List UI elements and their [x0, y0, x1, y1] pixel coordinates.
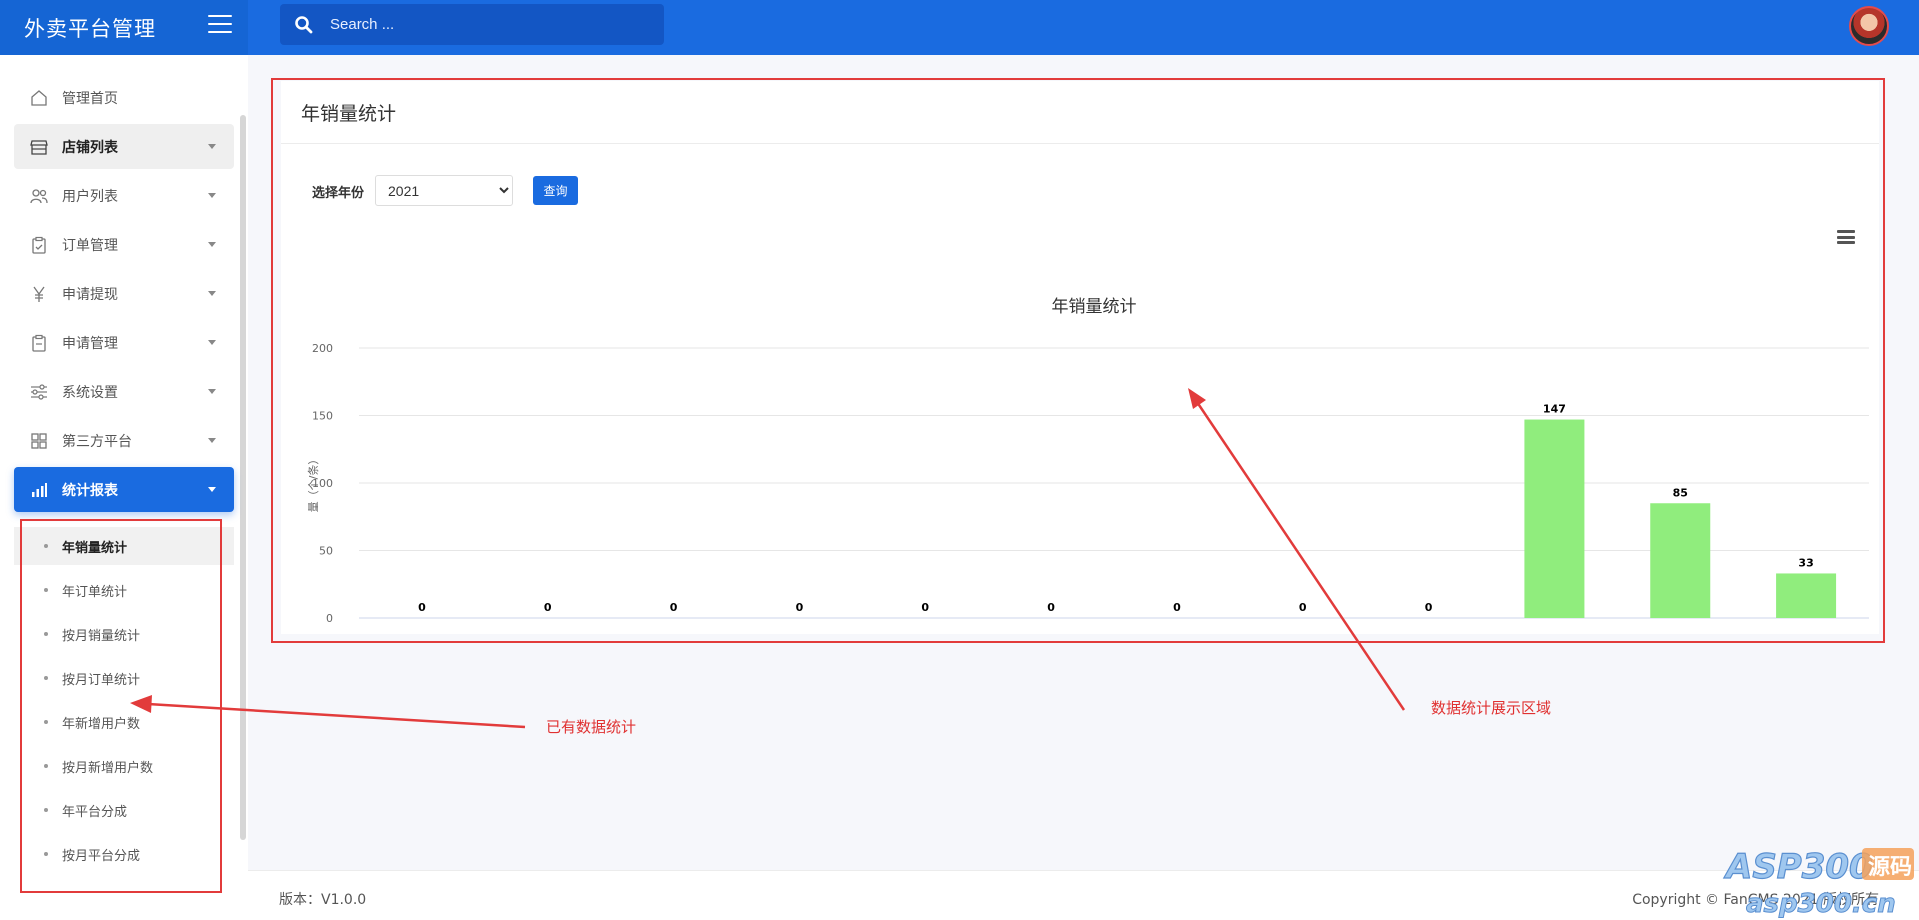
watermark-badge: 源码 — [1868, 855, 1912, 880]
footer: 版本：V1.0.0 Copyright © FanCMS 2021 版权所有 — [248, 870, 1919, 920]
watermark-text: ASP300 — [1723, 847, 1873, 887]
annotation-text-left: 已有数据统计 — [546, 718, 637, 736]
annotation-arrows — [130, 388, 1406, 729]
annotation-arrow-left — [147, 702, 526, 729]
arrow-head-icon — [1188, 388, 1206, 409]
arrow-head-icon — [130, 695, 152, 713]
version-text: 版本：V1.0.0 — [279, 892, 367, 908]
annotation-arrow-right — [1195, 401, 1406, 711]
watermark-url: asp300.cn — [1746, 889, 1896, 919]
annotation-text-right: 数据统计展示区域 — [1431, 699, 1552, 717]
asp300-watermark-logo: ASP300 源码 asp300.cn — [1722, 846, 1914, 920]
